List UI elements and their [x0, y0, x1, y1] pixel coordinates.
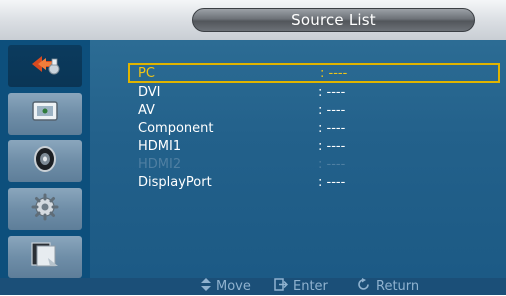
- input-icon: [28, 51, 62, 81]
- source-item-hdmi1[interactable]: HDMI1 : ----: [138, 138, 488, 156]
- source-value: : ----: [318, 103, 346, 118]
- source-value: : ----: [318, 139, 346, 154]
- return-icon: [357, 277, 371, 296]
- updown-arrow-icon: [201, 277, 211, 296]
- hint-move-label: Move: [216, 279, 251, 294]
- source-item-av[interactable]: AV : ----: [138, 102, 488, 120]
- osd-window: Source List PC: ---- DVI: ---- AV: --…: [0, 0, 506, 295]
- source-label: PC: [138, 66, 155, 81]
- source-label: Component: [138, 121, 214, 136]
- sidebar: [0, 40, 90, 278]
- source-label: DisplayPort: [138, 175, 212, 190]
- source-item-displayport[interactable]: DisplayPort : ----: [138, 174, 488, 192]
- source-value: : ----: [318, 85, 346, 100]
- source-label: HDMI2: [138, 157, 182, 172]
- sound-icon: [30, 144, 60, 178]
- sidebar-item-setup[interactable]: [8, 188, 82, 230]
- enter-icon: [274, 277, 289, 296]
- sidebar-item-multi-control[interactable]: [8, 236, 82, 278]
- source-value: : ----: [318, 157, 346, 172]
- hint-return: Return: [357, 277, 420, 296]
- setup-icon: [30, 192, 60, 226]
- sidebar-item-input[interactable]: [8, 45, 82, 87]
- page-title: Source List: [192, 8, 475, 32]
- multi-control-icon: [28, 240, 62, 274]
- source-label: DVI: [138, 85, 161, 100]
- source-list-panel: PC : ---- DVI : ---- AV : ---- Component…: [90, 40, 506, 278]
- source-value: : ----: [320, 66, 348, 81]
- hint-return-label: Return: [376, 279, 420, 294]
- hint-enter: Enter: [274, 277, 328, 296]
- source-item-dvi[interactable]: DVI : ----: [138, 84, 488, 102]
- picture-icon: [30, 99, 60, 129]
- source-label: HDMI1: [138, 139, 182, 154]
- bottom-hint-bar: Move Enter Return: [0, 277, 506, 296]
- source-value: : ----: [318, 121, 346, 136]
- sidebar-item-picture[interactable]: [8, 93, 82, 135]
- header-bar: Source List: [0, 0, 506, 40]
- source-item-hdmi2: HDMI2 : ----: [138, 156, 488, 174]
- sidebar-item-sound[interactable]: [8, 140, 82, 182]
- source-value: : ----: [318, 175, 346, 190]
- source-item-component[interactable]: Component : ----: [138, 120, 488, 138]
- hint-enter-label: Enter: [293, 279, 328, 294]
- source-item-pc[interactable]: PC : ----: [128, 63, 500, 83]
- source-label: AV: [138, 103, 155, 118]
- hint-move: Move: [201, 277, 251, 296]
